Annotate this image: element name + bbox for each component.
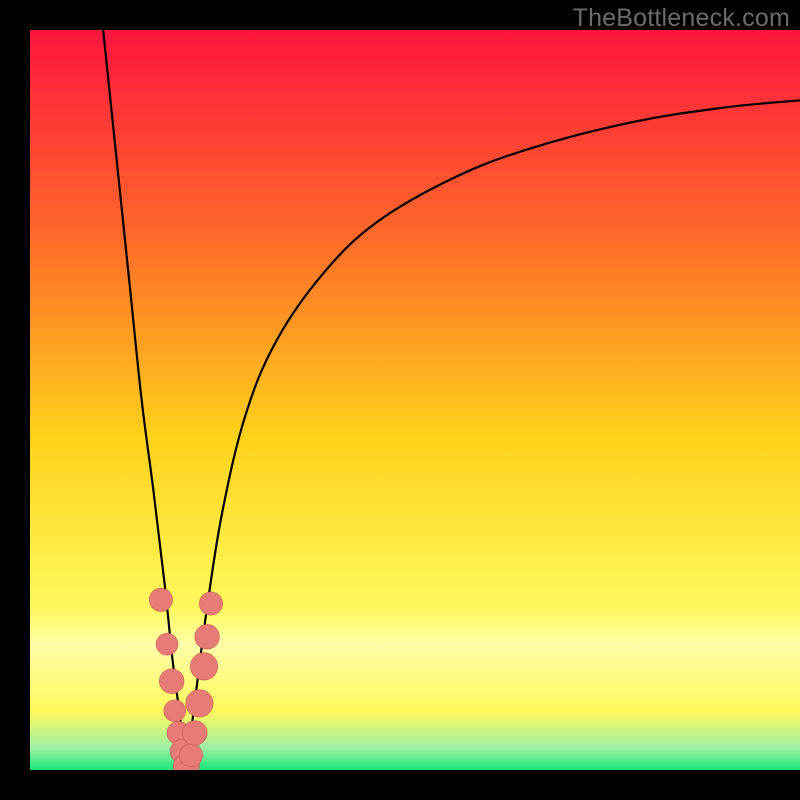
data-marker (159, 669, 184, 694)
curve-left-branch (103, 30, 186, 770)
data-marker (179, 744, 202, 767)
curve-right-branch (186, 100, 800, 770)
data-marker (156, 633, 178, 655)
data-marker (186, 690, 213, 717)
watermark-text: TheBottleneck.com (573, 4, 790, 33)
data-marker (199, 592, 222, 615)
data-marker (182, 721, 207, 746)
plot-area (30, 30, 800, 770)
data-markers (149, 588, 222, 770)
data-marker (149, 588, 172, 611)
data-marker (164, 700, 186, 722)
data-marker (195, 624, 220, 649)
chart-stage: TheBottleneck.com (0, 0, 800, 800)
curve-layer (30, 30, 800, 770)
data-marker (190, 653, 217, 680)
